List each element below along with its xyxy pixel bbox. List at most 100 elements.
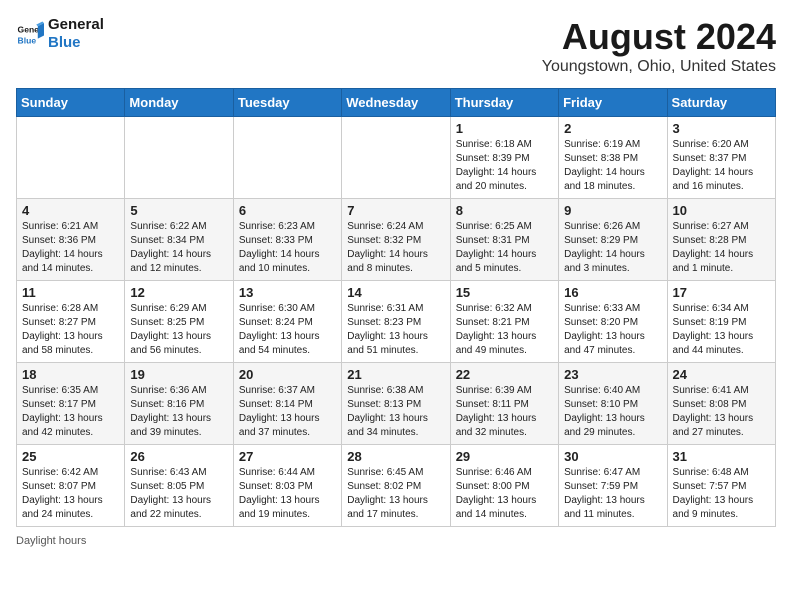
- weekday-header-thursday: Thursday: [450, 89, 558, 117]
- calendar-cell: 31Sunrise: 6:48 AM Sunset: 7:57 PM Dayli…: [667, 445, 775, 527]
- day-info: Sunrise: 6:33 AM Sunset: 8:20 PM Dayligh…: [564, 302, 661, 358]
- calendar-cell: 21Sunrise: 6:38 AM Sunset: 8:13 PM Dayli…: [342, 363, 450, 445]
- day-info: Sunrise: 6:48 AM Sunset: 7:57 PM Dayligh…: [673, 466, 770, 522]
- day-info: Sunrise: 6:30 AM Sunset: 8:24 PM Dayligh…: [239, 302, 336, 358]
- day-number: 1: [456, 121, 553, 136]
- day-number: 22: [456, 367, 553, 382]
- calendar-cell: [125, 117, 233, 199]
- day-info: Sunrise: 6:25 AM Sunset: 8:31 PM Dayligh…: [456, 220, 553, 276]
- calendar-cell: 12 Sunrise: 6:29 AM Sunset: 8:25 PM Dayli…: [125, 281, 233, 363]
- title-area: August 2024 Youngstown, Ohio, United Sta…: [542, 16, 776, 76]
- day-number: 12: [130, 285, 227, 300]
- calendar-cell: 18 Sunrise: 6:35 AM Sunset: 8:17 PM Dayli…: [17, 363, 125, 445]
- day-number: 8: [456, 203, 553, 218]
- day-info: Sunrise: 6:20 AM Sunset: 8:37 PM Dayligh…: [673, 138, 770, 194]
- calendar-cell: 28Sunrise: 6:45 AM Sunset: 8:02 PM Dayli…: [342, 445, 450, 527]
- day-number: 23: [564, 367, 661, 382]
- day-info: Sunrise: 6:46 AM Sunset: 8:00 PM Dayligh…: [456, 466, 553, 522]
- calendar-cell: 8 Sunrise: 6:25 AM Sunset: 8:31 PM Daylig…: [450, 199, 558, 281]
- calendar-cell: 25 Sunrise: 6:42 AM Sunset: 8:07 PM Dayli…: [17, 445, 125, 527]
- week-row-3: 11 Sunrise: 6:28 AM Sunset: 8:27 PM Dayli…: [17, 281, 776, 363]
- day-number: 5: [130, 203, 227, 218]
- logo-icon: General Blue: [16, 20, 44, 48]
- day-number: 19: [130, 367, 227, 382]
- week-row-4: 18 Sunrise: 6:35 AM Sunset: 8:17 PM Dayli…: [17, 363, 776, 445]
- calendar-cell: 26Sunrise: 6:43 AM Sunset: 8:05 PM Dayli…: [125, 445, 233, 527]
- calendar-cell: 23 Sunrise: 6:40 AM Sunset: 8:10 PM Dayli…: [559, 363, 667, 445]
- calendar-cell: 3 Sunrise: 6:20 AM Sunset: 8:37 PM Daylig…: [667, 117, 775, 199]
- day-info: Sunrise: 6:32 AM Sunset: 8:21 PM Dayligh…: [456, 302, 553, 358]
- day-info: Sunrise: 6:29 AM Sunset: 8:25 PM Dayligh…: [130, 302, 227, 358]
- day-info: Sunrise: 6:45 AM Sunset: 8:02 PM Dayligh…: [347, 466, 444, 522]
- calendar-cell: 10 Sunrise: 6:27 AM Sunset: 8:28 PM Dayli…: [667, 199, 775, 281]
- day-info: Sunrise: 6:28 AM Sunset: 8:27 PM Dayligh…: [22, 302, 119, 358]
- day-number: 9: [564, 203, 661, 218]
- day-number: 29: [456, 449, 553, 464]
- day-info: Sunrise: 6:42 AM Sunset: 8:07 PM Dayligh…: [22, 466, 119, 522]
- day-info: Sunrise: 6:31 AM Sunset: 8:23 PM Dayligh…: [347, 302, 444, 358]
- calendar-cell: 16 Sunrise: 6:33 AM Sunset: 8:20 PM Dayli…: [559, 281, 667, 363]
- day-number: 20: [239, 367, 336, 382]
- day-number: 16: [564, 285, 661, 300]
- page-header: General Blue General Blue August 2024 Yo…: [16, 16, 776, 76]
- day-number: 18: [22, 367, 119, 382]
- weekday-header-sunday: Sunday: [17, 89, 125, 117]
- day-info: Sunrise: 6:36 AM Sunset: 8:16 PM Dayligh…: [130, 384, 227, 440]
- logo-line2: Blue: [48, 34, 104, 52]
- day-info: Sunrise: 6:19 AM Sunset: 8:38 PM Dayligh…: [564, 138, 661, 194]
- calendar-cell: 27Sunrise: 6:44 AM Sunset: 8:03 PM Dayli…: [233, 445, 341, 527]
- calendar-cell: 19 Sunrise: 6:36 AM Sunset: 8:16 PM Dayli…: [125, 363, 233, 445]
- calendar-cell: 2 Sunrise: 6:19 AM Sunset: 8:38 PM Daylig…: [559, 117, 667, 199]
- day-number: 21: [347, 367, 444, 382]
- location-title: Youngstown, Ohio, United States: [542, 58, 776, 76]
- day-number: 4: [22, 203, 119, 218]
- day-number: 2: [564, 121, 661, 136]
- day-info: Sunrise: 6:34 AM Sunset: 8:19 PM Dayligh…: [673, 302, 770, 358]
- calendar-cell: 30Sunrise: 6:47 AM Sunset: 7:59 PM Dayli…: [559, 445, 667, 527]
- day-info: Sunrise: 6:43 AM Sunset: 8:05 PM Dayligh…: [130, 466, 227, 522]
- weekday-header-wednesday: Wednesday: [342, 89, 450, 117]
- day-info: Sunrise: 6:35 AM Sunset: 8:17 PM Dayligh…: [22, 384, 119, 440]
- logo-line1: General: [48, 16, 104, 34]
- calendar-cell: 11 Sunrise: 6:28 AM Sunset: 8:27 PM Dayli…: [17, 281, 125, 363]
- day-number: 24: [673, 367, 770, 382]
- day-info: Sunrise: 6:40 AM Sunset: 8:10 PM Dayligh…: [564, 384, 661, 440]
- day-number: 27: [239, 449, 336, 464]
- day-info: Sunrise: 6:27 AM Sunset: 8:28 PM Dayligh…: [673, 220, 770, 276]
- calendar-cell: 13 Sunrise: 6:30 AM Sunset: 8:24 PM Dayli…: [233, 281, 341, 363]
- day-info: Sunrise: 6:39 AM Sunset: 8:11 PM Dayligh…: [456, 384, 553, 440]
- footer: Daylight hours: [16, 535, 776, 547]
- day-number: 17: [673, 285, 770, 300]
- day-number: 10: [673, 203, 770, 218]
- calendar-cell: 1 Sunrise: 6:18 AM Sunset: 8:39 PM Daylig…: [450, 117, 558, 199]
- weekday-header-friday: Friday: [559, 89, 667, 117]
- day-info: Sunrise: 6:21 AM Sunset: 8:36 PM Dayligh…: [22, 220, 119, 276]
- calendar-cell: 6Sunrise: 6:23 AM Sunset: 8:33 PM Daylig…: [233, 199, 341, 281]
- calendar-cell: 9 Sunrise: 6:26 AM Sunset: 8:29 PM Daylig…: [559, 199, 667, 281]
- calendar-cell: 7Sunrise: 6:24 AM Sunset: 8:32 PM Daylig…: [342, 199, 450, 281]
- day-number: 25: [22, 449, 119, 464]
- weekday-header-saturday: Saturday: [667, 89, 775, 117]
- calendar-cell: 17 Sunrise: 6:34 AM Sunset: 8:19 PM Dayli…: [667, 281, 775, 363]
- day-number: 15: [456, 285, 553, 300]
- weekday-header-row: SundayMondayTuesdayWednesdayThursdayFrid…: [17, 89, 776, 117]
- day-number: 13: [239, 285, 336, 300]
- svg-text:Blue: Blue: [18, 35, 37, 45]
- day-number: 11: [22, 285, 119, 300]
- day-number: 3: [673, 121, 770, 136]
- calendar-cell: 15 Sunrise: 6:32 AM Sunset: 8:21 PM Dayli…: [450, 281, 558, 363]
- calendar-cell: [233, 117, 341, 199]
- day-info: Sunrise: 6:22 AM Sunset: 8:34 PM Dayligh…: [130, 220, 227, 276]
- calendar-cell: 14Sunrise: 6:31 AM Sunset: 8:23 PM Dayli…: [342, 281, 450, 363]
- day-info: Sunrise: 6:26 AM Sunset: 8:29 PM Dayligh…: [564, 220, 661, 276]
- calendar-cell: 20Sunrise: 6:37 AM Sunset: 8:14 PM Dayli…: [233, 363, 341, 445]
- day-info: Sunrise: 6:18 AM Sunset: 8:39 PM Dayligh…: [456, 138, 553, 194]
- day-info: Sunrise: 6:47 AM Sunset: 7:59 PM Dayligh…: [564, 466, 661, 522]
- calendar-table: SundayMondayTuesdayWednesdayThursdayFrid…: [16, 88, 776, 527]
- calendar-cell: 22 Sunrise: 6:39 AM Sunset: 8:11 PM Dayli…: [450, 363, 558, 445]
- day-info: Sunrise: 6:24 AM Sunset: 8:32 PM Dayligh…: [347, 220, 444, 276]
- calendar-cell: 24Sunrise: 6:41 AM Sunset: 8:08 PM Dayli…: [667, 363, 775, 445]
- day-number: 6: [239, 203, 336, 218]
- calendar-cell: [342, 117, 450, 199]
- calendar-cell: 29 Sunrise: 6:46 AM Sunset: 8:00 PM Dayli…: [450, 445, 558, 527]
